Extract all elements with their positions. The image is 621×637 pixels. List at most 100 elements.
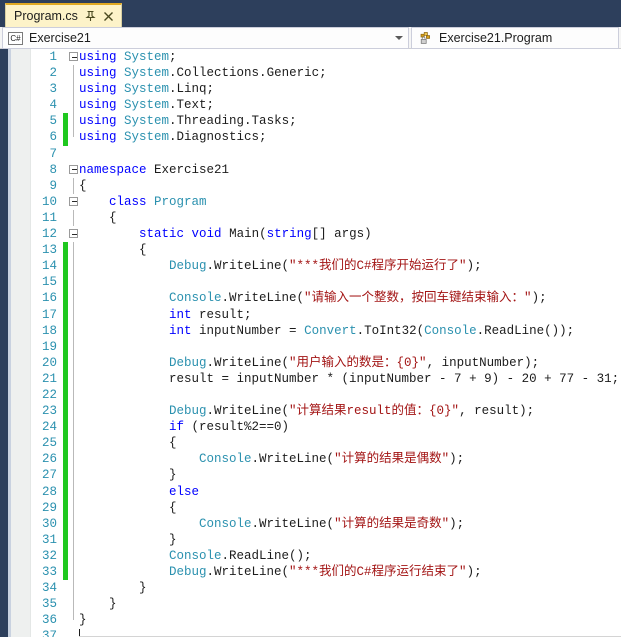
code-line[interactable]: 1 using System;	[31, 49, 621, 65]
code-lines-container[interactable]: 1 using System; 2 using System.Collections.…	[31, 49, 621, 637]
code-line[interactable]: 35 }	[31, 596, 621, 613]
code-line[interactable]: 25 {	[31, 435, 621, 452]
code-line[interactable]: 10 class Program	[31, 194, 621, 210]
code-line[interactable]: 26 Console.WriteLine("计算的结果是偶数");	[31, 451, 621, 468]
line-number: 30	[41, 516, 57, 531]
code-text: Console.WriteLine("计算的结果是奇数");	[199, 516, 465, 531]
fold-guide-line	[73, 113, 74, 130]
line-number: 6	[49, 130, 57, 145]
code-line[interactable]: 33 Debug.WriteLine("***我们的C#程序运行结束了");	[31, 564, 621, 581]
fold-collapse-icon[interactable]	[69, 164, 78, 174]
chevron-down-icon[interactable]	[395, 36, 403, 40]
tab-strip: Program.cs	[0, 0, 621, 27]
editor-left-edge	[0, 49, 8, 637]
class-member-icon	[418, 31, 433, 45]
code-text: Debug.WriteLine("用户输入的数是：{0}", inputNumb…	[169, 355, 540, 370]
code-line[interactable]: 12 static void Main(string[] args)	[31, 226, 621, 242]
line-number: 16	[41, 291, 57, 306]
code-line[interactable]: 18 int inputNumber = Convert.ToInt32(Con…	[31, 322, 621, 339]
change-marker	[63, 113, 68, 130]
change-marker	[63, 403, 68, 420]
code-text: static void Main(string[] args)	[139, 227, 372, 242]
code-line[interactable]: 20 Debug.WriteLine("用户输入的数是：{0}", inputN…	[31, 354, 621, 371]
code-text: using System.Linq;	[79, 82, 215, 97]
code-line[interactable]: 21 result = inputNumber * (inputNumber -…	[31, 370, 621, 387]
code-editor[interactable]: 1 using System; 2 using System.Collections.…	[0, 49, 621, 637]
change-marker	[63, 129, 68, 146]
code-line[interactable]: 36}	[31, 612, 621, 628]
code-text: using System.Threading.Tasks;	[79, 114, 297, 129]
fold-guide-line	[73, 403, 74, 420]
change-marker	[63, 354, 68, 371]
code-text: Console.WriteLine("请输入一个整数，按回车键结束输入：");	[169, 291, 547, 306]
code-line[interactable]: 8 namespace Exercise21	[31, 162, 621, 178]
code-line[interactable]: 19	[31, 338, 621, 355]
code-line[interactable]: 32 Console.ReadLine();	[31, 547, 621, 564]
fold-collapse-icon[interactable]	[69, 52, 78, 61]
fold-guide-line	[73, 354, 74, 371]
pin-icon[interactable]	[85, 10, 96, 22]
code-line[interactable]: 31 }	[31, 531, 621, 548]
code-line[interactable]: 11 {	[31, 209, 621, 227]
line-number: 24	[41, 420, 57, 435]
change-marker	[63, 258, 68, 275]
code-line[interactable]: 9{	[31, 177, 621, 194]
line-number: 4	[49, 98, 57, 113]
fold-guide-line	[73, 338, 74, 355]
fold-guide-line	[73, 386, 74, 404]
code-line[interactable]: 4 using System.Text;	[31, 97, 621, 114]
fold-guide-line	[73, 419, 74, 436]
code-line[interactable]: 37	[31, 628, 621, 637]
line-number: 9	[49, 178, 57, 193]
type-member-dropdown[interactable]: Exercise21.Program	[411, 27, 619, 49]
project-scope-value: Exercise21	[29, 31, 91, 45]
code-line[interactable]: 3 using System.Linq;	[31, 81, 621, 98]
code-line[interactable]: 30 Console.WriteLine("计算的结果是奇数");	[31, 515, 621, 532]
change-marker	[63, 547, 68, 564]
line-number: 8	[49, 162, 57, 177]
code-line[interactable]: 17 int result;	[31, 306, 621, 323]
code-line[interactable]: 23 Debug.WriteLine("计算结果result的值：{0}", r…	[31, 403, 621, 420]
code-line[interactable]: 16 Console.WriteLine("请输入一个整数，按回车键结束输入："…	[31, 290, 621, 307]
code-line[interactable]: 28 else	[31, 483, 621, 500]
code-line[interactable]: 13 {	[31, 242, 621, 259]
fold-guide-line	[73, 370, 74, 387]
close-icon[interactable]	[102, 10, 115, 23]
line-number: 31	[41, 532, 57, 547]
code-line[interactable]: 2 using System.Collections.Generic;	[31, 65, 621, 82]
change-marker	[63, 483, 68, 500]
code-text: }	[79, 597, 117, 612]
line-number: 33	[41, 565, 57, 579]
code-line[interactable]: 5 using System.Threading.Tasks;	[31, 113, 621, 130]
line-number: 23	[41, 404, 57, 419]
fold-guide-line	[73, 547, 74, 564]
fold-collapse-icon[interactable]	[69, 196, 78, 206]
code-line[interactable]: 15	[31, 274, 621, 291]
code-text: }	[79, 532, 177, 547]
code-text: }	[79, 613, 87, 628]
change-marker	[63, 451, 68, 468]
csharp-project-icon: C#	[8, 31, 23, 45]
code-line[interactable]: 34 }	[31, 580, 621, 597]
project-scope-dropdown[interactable]: C# Exercise21	[2, 27, 409, 49]
fold-guide-line	[73, 274, 74, 291]
code-line[interactable]: 22	[31, 386, 621, 404]
code-line[interactable]: 6 using System.Diagnostics;	[31, 129, 621, 146]
fold-guide-line	[73, 483, 74, 500]
code-text: {	[79, 178, 87, 193]
code-line[interactable]: 7	[31, 146, 621, 162]
breakpoint-margin[interactable]	[11, 49, 31, 637]
line-number: 32	[41, 548, 57, 563]
code-line[interactable]: 27 }	[31, 467, 621, 484]
code-line[interactable]: 24 if (result%2==0)	[31, 419, 621, 436]
change-marker	[63, 290, 68, 307]
tab-program-cs[interactable]: Program.cs	[5, 3, 122, 27]
code-line[interactable]: 14 Debug.WriteLine("***我们的C#程序开始运行了");	[31, 258, 621, 275]
code-text: {	[79, 500, 177, 515]
fold-guide-line	[73, 129, 74, 138]
fold-collapse-icon[interactable]	[69, 229, 78, 239]
code-line[interactable]: 29 {	[31, 499, 621, 516]
fold-guide-line	[73, 290, 74, 307]
code-text: {	[79, 436, 177, 451]
code-text: }	[79, 468, 177, 483]
